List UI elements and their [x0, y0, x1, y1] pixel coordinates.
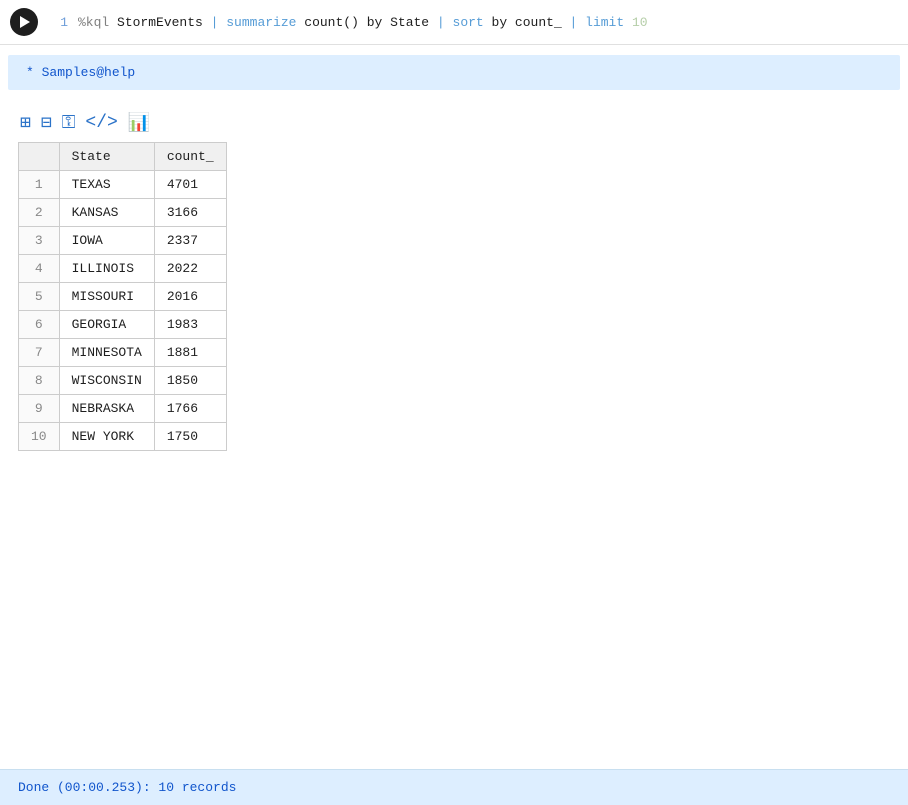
cell-state: IOWA [59, 227, 154, 255]
query-by-state: by State [367, 15, 437, 30]
query-pipe3: | [570, 15, 586, 30]
cell-index: 8 [19, 367, 60, 395]
query-table: StormEvents [117, 15, 211, 30]
cell-index: 1 [19, 171, 60, 199]
query-pipe1: | [211, 15, 227, 30]
status-bar: Done (00:00.253): 10 records [0, 769, 908, 805]
table-view-icon[interactable]: ⊞ [18, 110, 33, 136]
table-header-row: State count_ [19, 143, 227, 171]
query-bar: 1 %kql StormEvents | summarize count() b… [0, 0, 908, 45]
cell-count: 4701 [154, 171, 226, 199]
status-text: Done (00:00.253): 10 records [18, 780, 236, 795]
cell-index: 4 [19, 255, 60, 283]
col-header-index [19, 143, 60, 171]
cell-state: NEBRASKA [59, 395, 154, 423]
cell-state: MINNESOTA [59, 339, 154, 367]
col-header-state: State [59, 143, 154, 171]
cell-state: NEW YORK [59, 423, 154, 451]
table-row: 8WISCONSIN1850 [19, 367, 227, 395]
table-row: 10NEW YORK1750 [19, 423, 227, 451]
cell-index: 5 [19, 283, 60, 311]
cell-index: 3 [19, 227, 60, 255]
samples-banner-text: * Samples@help [26, 65, 135, 80]
table-row: 3IOWA2337 [19, 227, 227, 255]
query-count-fn: count() [304, 15, 366, 30]
query-pipe2: | [437, 15, 453, 30]
cell-state: ILLINOIS [59, 255, 154, 283]
cell-state: WISCONSIN [59, 367, 154, 395]
table-grid-icon[interactable]: ⊟ [39, 110, 54, 136]
query-limit: limit [585, 15, 632, 30]
cell-count: 1850 [154, 367, 226, 395]
results-table-container: State count_ 1TEXAS47012KANSAS31663IOWA2… [0, 142, 908, 451]
samples-banner: * Samples@help [8, 55, 900, 90]
cell-index: 7 [19, 339, 60, 367]
expand-code-icon[interactable]: </> [83, 111, 119, 135]
cell-count: 1881 [154, 339, 226, 367]
table-row: 7MINNESOTA1881 [19, 339, 227, 367]
filter-icon[interactable]: ⚿ [60, 111, 78, 136]
table-row: 6GEORGIA1983 [19, 311, 227, 339]
query-text: %kql StormEvents | summarize count() by … [78, 15, 648, 30]
table-row: 2KANSAS3166 [19, 199, 227, 227]
cell-count: 2022 [154, 255, 226, 283]
cell-index: 10 [19, 423, 60, 451]
results-table: State count_ 1TEXAS47012KANSAS31663IOWA2… [18, 142, 227, 451]
query-sort-field: by count_ [492, 15, 570, 30]
cell-index: 6 [19, 311, 60, 339]
run-button[interactable] [10, 8, 38, 36]
cell-count: 1766 [154, 395, 226, 423]
cell-index: 9 [19, 395, 60, 423]
cell-count: 1983 [154, 311, 226, 339]
chart-icon[interactable]: 📊 [126, 110, 152, 136]
result-toolbar: ⊞ ⊟ ⚿ </> 📊 [0, 100, 908, 142]
table-row: 5MISSOURI2016 [19, 283, 227, 311]
table-row: 9NEBRASKA1766 [19, 395, 227, 423]
cell-count: 2016 [154, 283, 226, 311]
table-row: 1TEXAS4701 [19, 171, 227, 199]
table-row: 4ILLINOIS2022 [19, 255, 227, 283]
cell-state: TEXAS [59, 171, 154, 199]
query-limit-value: 10 [632, 15, 648, 30]
cell-index: 2 [19, 199, 60, 227]
line-number: 1 [48, 15, 68, 30]
cell-count: 1750 [154, 423, 226, 451]
query-summarize: summarize [226, 15, 304, 30]
col-header-count: count_ [154, 143, 226, 171]
cell-state: GEORGIA [59, 311, 154, 339]
cell-count: 3166 [154, 199, 226, 227]
cell-state: KANSAS [59, 199, 154, 227]
cell-count: 2337 [154, 227, 226, 255]
cell-state: MISSOURI [59, 283, 154, 311]
query-kql-keyword: %kql [78, 15, 117, 30]
query-sort: sort [453, 15, 492, 30]
